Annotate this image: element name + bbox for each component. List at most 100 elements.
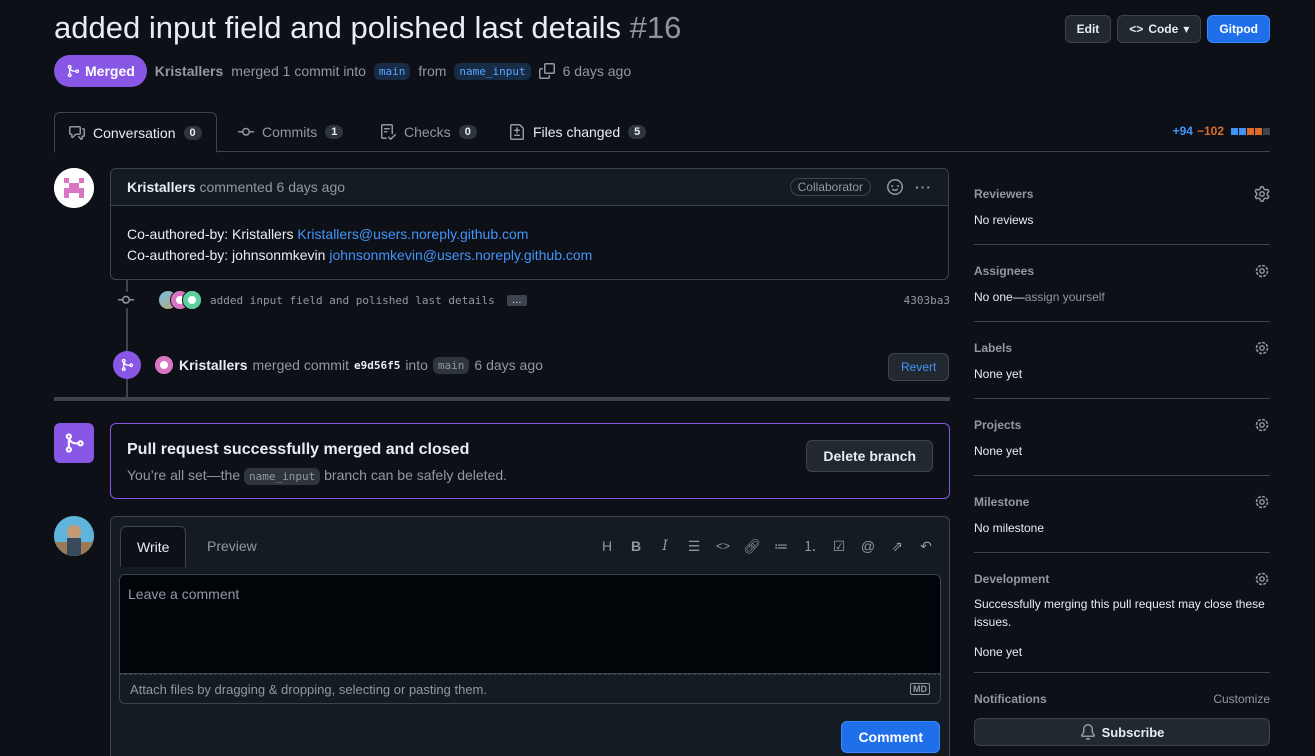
sidebar-reviewers: Reviewers No reviews	[974, 168, 1270, 245]
comment-editor: Write Preview H B I ☰ <> 🔗︎ ≔ ⒈ ☑ @ ⇗ ↶ …	[110, 516, 950, 756]
code-button[interactable]: <> Code ▾	[1117, 15, 1202, 43]
gitpod-label: Gitpod	[1219, 22, 1258, 36]
customize-link[interactable]: Customize	[1213, 692, 1270, 706]
edit-button[interactable]: Edit	[1064, 15, 1112, 43]
merged-text: merged 1 commit into	[231, 63, 366, 79]
into-text: into	[405, 357, 428, 373]
coauthor-1-email[interactable]: Kristallers@users.noreply.github.com	[297, 226, 528, 242]
reference-icon[interactable]: ⇗	[888, 537, 906, 555]
commit-message[interactable]: added input field and polished last deta…	[210, 294, 495, 307]
current-user-avatar[interactable]	[54, 516, 94, 556]
tab-commits-label: Commits	[262, 124, 318, 140]
sidebar-milestone: Milestone No milestone	[974, 476, 1270, 553]
tab-files-label: Files changed	[533, 124, 621, 140]
delete-branch-button[interactable]: Delete branch	[806, 440, 933, 472]
smiley-icon[interactable]	[887, 179, 903, 195]
preview-tab[interactable]: Preview	[191, 526, 273, 566]
development-title[interactable]: Development	[974, 572, 1049, 586]
merge-author-avatar[interactable]	[154, 355, 174, 375]
tab-files-changed[interactable]: Files changed 5	[495, 112, 660, 152]
assignees-none: No one—	[974, 290, 1025, 304]
assignees-title[interactable]: Assignees	[974, 264, 1034, 278]
merge-author[interactable]: Kristallers	[179, 357, 247, 373]
merged-sub-prefix: You’re all set—the	[127, 467, 241, 483]
reviewers-value: No reviews	[974, 213, 1034, 227]
pr-time: 6 days ago	[562, 63, 632, 79]
assignees-gear-icon[interactable]	[1254, 263, 1270, 279]
comment-meta[interactable]: commented 6 days ago	[199, 179, 345, 195]
milestone-gear-icon[interactable]	[1254, 494, 1270, 510]
git-commit-icon	[238, 127, 254, 136]
tab-checks-count: 0	[458, 125, 477, 139]
italic-icon[interactable]: I	[656, 537, 674, 555]
projects-title[interactable]: Projects	[974, 418, 1021, 432]
merge-branch[interactable]: main	[432, 356, 470, 374]
attach-files-bar[interactable]: Attach files by dragging & dropping, sel…	[119, 674, 941, 704]
merge-time[interactable]: 6 days ago	[474, 357, 543, 373]
development-gear-icon[interactable]	[1254, 571, 1270, 587]
code-icon: <>	[1129, 22, 1144, 36]
coauthor-2-text: Co-authored-by: johnsonmkevin	[127, 247, 326, 263]
mention-icon[interactable]: @	[859, 537, 877, 555]
commit-sha[interactable]: 4303ba3	[904, 294, 950, 307]
base-branch[interactable]: main	[373, 62, 411, 80]
link-icon[interactable]: 🔗︎	[743, 537, 761, 555]
code-icon[interactable]: <>	[714, 537, 732, 555]
tab-conversation[interactable]: Conversation 0	[54, 112, 217, 153]
sidebar-development: Development Successfully merging this pu…	[974, 553, 1270, 673]
reviewers-title[interactable]: Reviewers	[974, 187, 1033, 201]
comment-header: Kristallers commented 6 days ago Collabo…	[111, 169, 948, 206]
tab-commits[interactable]: Commits 1	[224, 112, 357, 152]
caret-down-icon: ▾	[1183, 22, 1190, 36]
coauthor-2-email[interactable]: johnsonmkevin@users.noreply.github.com	[329, 247, 592, 263]
merged-sub-branch[interactable]: name_input	[244, 468, 321, 485]
labels-title[interactable]: Labels	[974, 341, 1012, 355]
kebab-horizontal-icon[interactable]: ···	[915, 179, 932, 195]
merge-sha[interactable]: e9d56f5	[354, 359, 400, 372]
diffstat: +94 −102	[1173, 124, 1270, 138]
sidebar-projects: Projects None yet	[974, 399, 1270, 476]
bell-icon	[1080, 724, 1095, 740]
milestone-title[interactable]: Milestone	[974, 495, 1029, 509]
author-avatar[interactable]	[54, 168, 94, 208]
comment-textarea[interactable]	[119, 574, 941, 674]
bold-icon[interactable]: B	[627, 537, 645, 555]
subscribe-button[interactable]: Subscribe	[974, 718, 1270, 746]
reply-icon[interactable]: ↶	[917, 537, 935, 555]
gitpod-button[interactable]: Gitpod	[1207, 15, 1270, 43]
comment-button[interactable]: Comment	[841, 721, 940, 753]
head-branch[interactable]: name_input	[454, 62, 531, 80]
commit-row: added input field and polished last deta…	[118, 290, 950, 310]
task-list-icon[interactable]: ☑	[830, 537, 848, 555]
copy-icon[interactable]	[538, 63, 555, 79]
commit-dot-icon	[118, 292, 134, 308]
sidebar-labels: Labels None yet	[974, 322, 1270, 399]
ordered-list-icon[interactable]: ⒈	[801, 537, 819, 555]
assign-yourself-link[interactable]: assign yourself	[1025, 290, 1105, 304]
projects-gear-icon[interactable]	[1254, 417, 1270, 433]
merged-subtitle: You’re all set—the name_input branch can…	[127, 467, 507, 485]
comment-author[interactable]: Kristallers	[127, 179, 195, 195]
unordered-list-icon[interactable]: ≔	[772, 537, 790, 555]
projects-value: None yet	[974, 444, 1023, 458]
edit-label: Edit	[1076, 22, 1100, 36]
tab-conversation-count: 0	[183, 125, 202, 140]
comment-discussion-icon	[69, 125, 85, 140]
quote-icon[interactable]: ☰	[685, 537, 703, 555]
development-value: None yet	[974, 645, 1023, 659]
commit-avatar-3[interactable]	[182, 290, 202, 310]
heading-icon[interactable]: H	[598, 537, 616, 555]
commit-expand-button[interactable]: …	[506, 294, 527, 306]
revert-button[interactable]: Revert	[888, 353, 950, 381]
checklist-icon	[381, 124, 396, 140]
milestone-value: No milestone	[974, 521, 1045, 535]
tab-conversation-label: Conversation	[93, 124, 176, 141]
pr-author-link[interactable]: Kristallers	[155, 63, 223, 79]
labels-gear-icon[interactable]	[1254, 340, 1270, 356]
reviewers-gear-icon[interactable]	[1254, 186, 1270, 202]
tab-commits-count: 1	[325, 125, 344, 139]
git-merge-event-icon	[113, 351, 141, 379]
pr-tabs: Conversation 0 Commits 1 Checks 0 Files …	[54, 112, 1270, 153]
tab-checks[interactable]: Checks 0	[366, 112, 491, 152]
write-tab[interactable]: Write	[120, 526, 187, 567]
